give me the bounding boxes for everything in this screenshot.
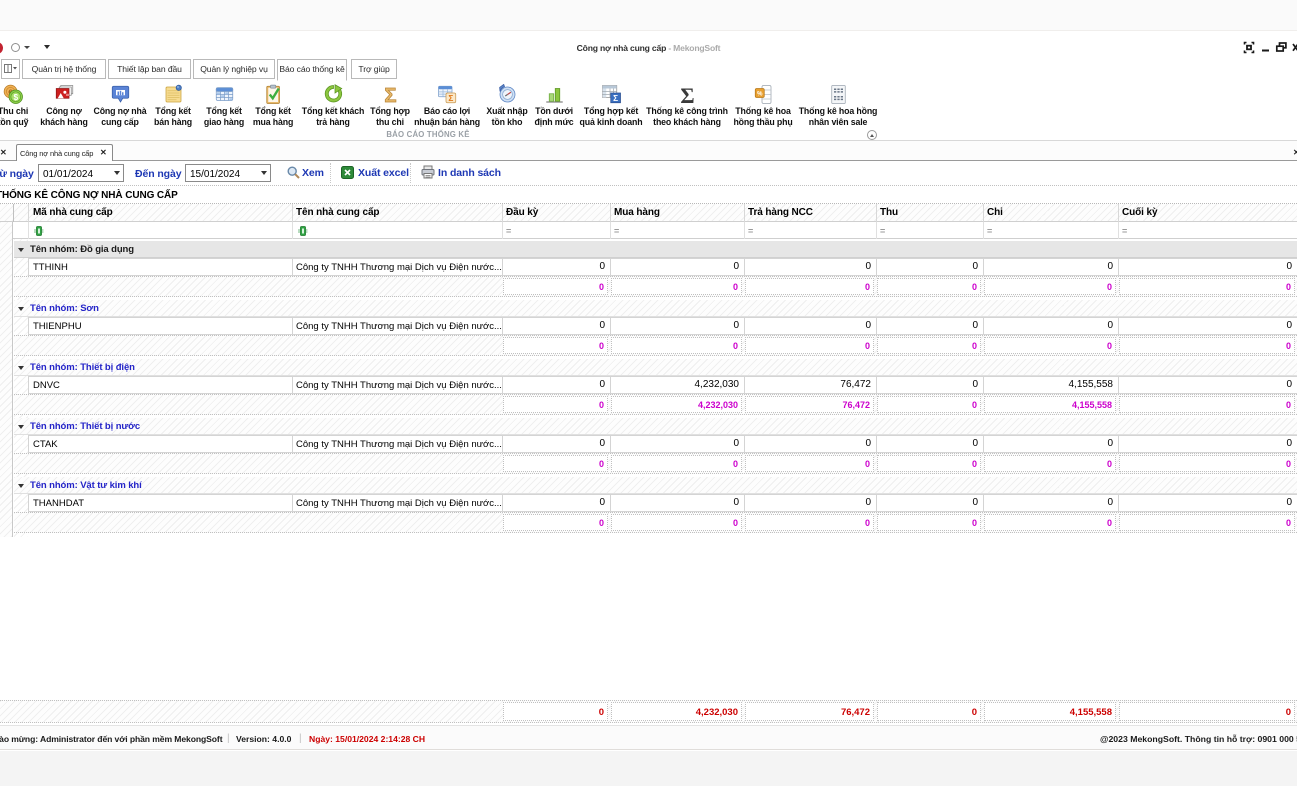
svg-text:$: $ xyxy=(13,93,18,102)
svg-text:Σ: Σ xyxy=(448,94,453,103)
svg-text:Σ: Σ xyxy=(384,85,396,105)
svg-text:Σ: Σ xyxy=(680,84,694,105)
svg-text:Σ: Σ xyxy=(613,94,618,103)
svg-text:%: % xyxy=(757,91,763,97)
